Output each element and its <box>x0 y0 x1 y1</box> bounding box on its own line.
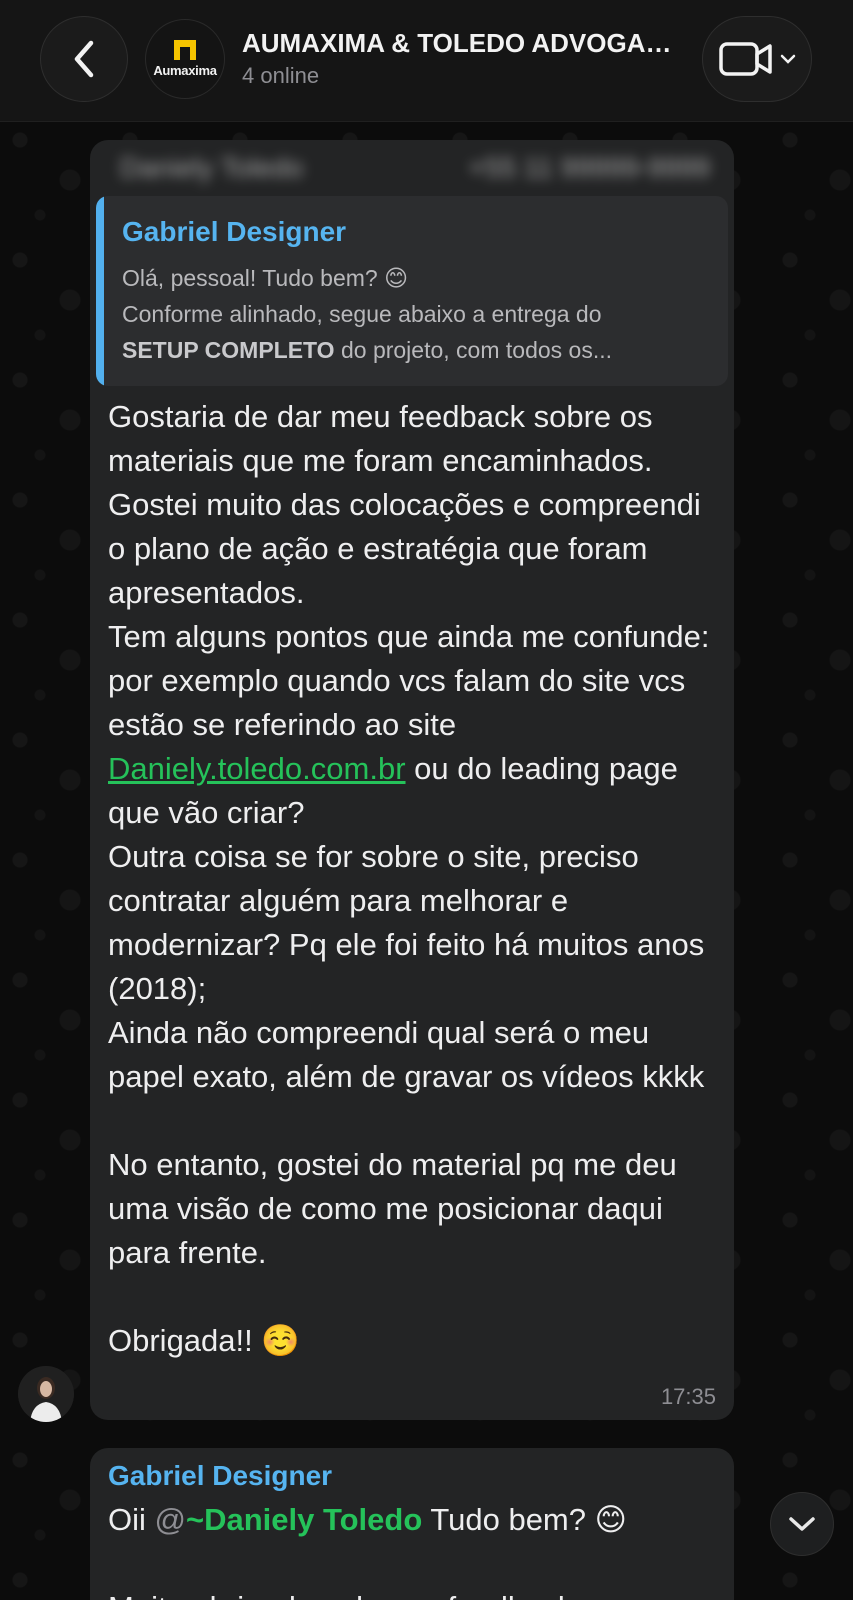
chat-header: Aumaxima AUMAXIMA & TOLEDO ADVOGADOS 4 o… <box>0 0 853 122</box>
sender-name-blurred: Daniely Toledo +55 11 99999-9999 <box>120 152 710 183</box>
group-logo-mark <box>174 40 196 60</box>
message-text: Oii @~Daniely Toledo Tudo bem? 😊 <box>108 1502 627 1537</box>
scroll-down-button[interactable] <box>770 1492 834 1556</box>
message-author: Gabriel Designer <box>108 1460 333 1491</box>
person-avatar-icon <box>18 1366 74 1422</box>
sender-avatar[interactable] <box>18 1366 74 1422</box>
back-button[interactable] <box>40 16 128 102</box>
message-text: Gostaria de dar meu feedback sobre os ma… <box>108 399 710 1358</box>
chat-title[interactable]: AUMAXIMA & TOLEDO ADVOGADOS <box>242 28 672 59</box>
group-avatar[interactable]: Aumaxima <box>145 19 225 99</box>
group-logo-text: Aumaxima <box>153 63 217 78</box>
quote-accent-bar <box>96 196 104 386</box>
quoted-message[interactable]: Gabriel Designer Olá, pessoal! Tudo bem?… <box>96 196 728 386</box>
chevron-down-icon <box>789 1517 815 1531</box>
chevron-left-icon <box>74 40 94 78</box>
message-bubble[interactable]: Gabriel Designer Oii @~Daniely Toledo Tu… <box>90 1448 734 1600</box>
message-bubble[interactable]: Daniely Toledo +55 11 99999-9999 Gabriel… <box>90 140 734 1420</box>
website-link[interactable]: Daniely.toledo.com.br <box>108 751 406 786</box>
video-camera-icon <box>719 42 772 76</box>
video-call-button[interactable] <box>702 16 812 102</box>
message-timestamp: 17:35 <box>660 1384 716 1409</box>
chevron-down-icon <box>780 54 796 64</box>
quote-author: Gabriel Designer <box>122 216 347 247</box>
message-text-continued: Muito obrigado pelo seu feedback e <box>108 1586 599 1600</box>
quote-text: Olá, pessoal! Tudo bem? 😊 Conforme alinh… <box>122 265 613 363</box>
chat-status: 4 online <box>242 63 320 88</box>
user-mention[interactable]: ~Daniely Toledo <box>186 1502 422 1537</box>
